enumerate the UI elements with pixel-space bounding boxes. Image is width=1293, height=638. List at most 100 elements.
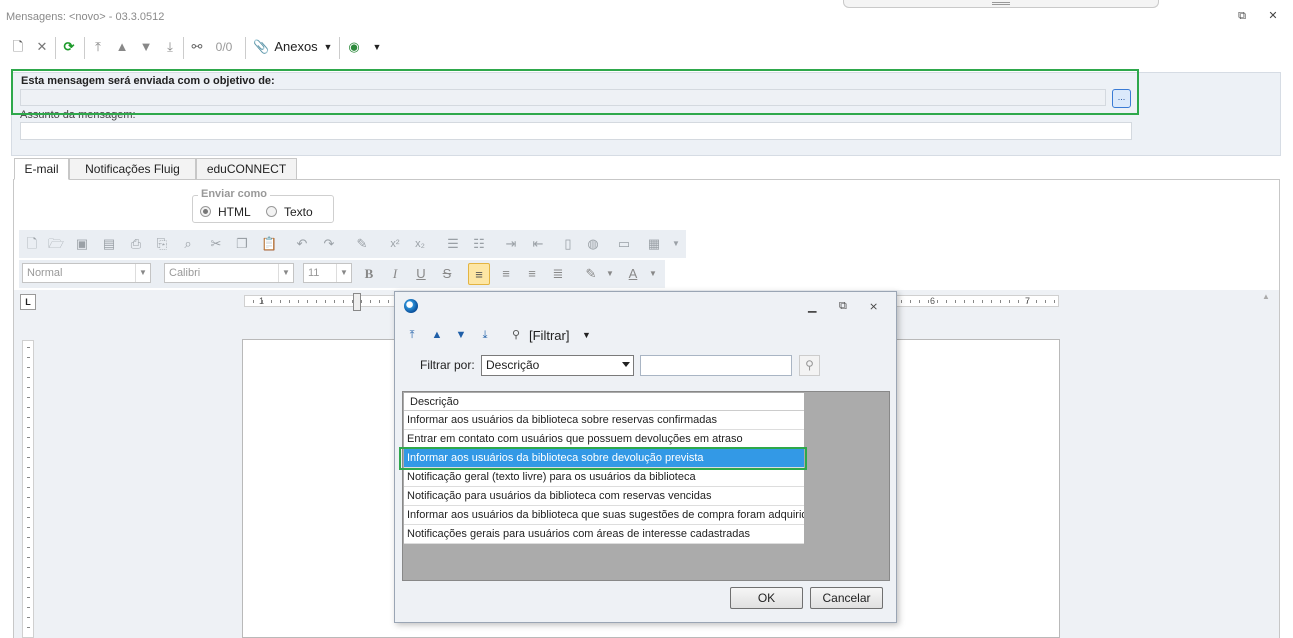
table-icon[interactable]: ▦ xyxy=(646,236,662,252)
paste-icon[interactable]: 📋 xyxy=(261,236,277,252)
filter-dropdown-icon[interactable]: ▼ xyxy=(582,330,591,340)
ruler-tick xyxy=(27,577,30,578)
tab-stop-selector[interactable]: L xyxy=(20,294,36,310)
align-left-button[interactable]: ≡ xyxy=(468,263,490,285)
filter-by-select[interactable]: Descrição xyxy=(481,355,634,376)
globe-dropdown-icon[interactable]: ▼ xyxy=(371,38,383,56)
bullet-list-icon[interactable]: ☷ xyxy=(471,236,487,252)
font-combo[interactable]: Calibri ▼ xyxy=(164,263,294,283)
filter-button[interactable]: [Filtrar] xyxy=(529,328,569,343)
highlight-color-icon[interactable]: ✎ xyxy=(580,263,602,285)
refresh-icon[interactable]: ⟳ xyxy=(61,38,77,56)
redo-icon[interactable]: ↷ xyxy=(321,236,337,252)
cancel-button[interactable]: Cancelar xyxy=(810,587,883,609)
tab-notificacoes-fluig[interactable]: Notificações Fluig xyxy=(69,158,196,180)
cut-icon[interactable]: ✂ xyxy=(208,236,224,252)
ruler-tick xyxy=(316,300,317,303)
print-icon[interactable]: ⎙ xyxy=(128,236,144,252)
close-icon[interactable]: ✕ xyxy=(1266,10,1280,22)
align-center-button[interactable]: ≡ xyxy=(495,263,517,285)
ruler-tick xyxy=(27,457,30,458)
format-painter-icon[interactable]: ✎ xyxy=(354,236,370,252)
grip-handle[interactable] xyxy=(843,0,1159,8)
indent-marker[interactable] xyxy=(353,293,361,311)
scroll-up-icon[interactable]: ▲ xyxy=(1262,292,1270,301)
save-icon[interactable]: ▣ xyxy=(74,236,90,252)
strikethrough-button[interactable]: S xyxy=(436,263,458,285)
align-right-button[interactable]: ≡ xyxy=(521,263,543,285)
list-item[interactable]: Notificações gerais para usuários com ár… xyxy=(404,525,804,544)
binoculars-icon[interactable]: ⚯ xyxy=(189,38,205,56)
column-header-descricao[interactable]: Descrição xyxy=(404,393,804,411)
tab-educonnect[interactable]: eduCONNECT xyxy=(196,158,297,180)
ruler-mark-1: 1 xyxy=(259,296,265,306)
subscript-icon[interactable]: x₂ xyxy=(412,236,428,252)
highlight-dropdown-icon[interactable]: ▼ xyxy=(603,263,617,285)
image-icon[interactable]: ▭ xyxy=(616,236,632,252)
save-all-icon[interactable]: ▤ xyxy=(101,236,117,252)
tab-email[interactable]: E-mail xyxy=(14,158,69,180)
list-item[interactable]: Informar aos usuários da biblioteca que … xyxy=(404,506,804,525)
ruler-tick xyxy=(343,300,344,303)
new-icon[interactable]: 🗋 xyxy=(10,38,26,56)
ok-button[interactable]: OK xyxy=(730,587,803,609)
globe-icon[interactable]: ◉ xyxy=(345,38,363,56)
restore-icon[interactable]: ⧉ xyxy=(839,300,847,313)
open-folder-icon[interactable]: 🗁 xyxy=(48,236,64,252)
filter-icon[interactable]: ⚲ xyxy=(508,327,524,343)
filter-text-input[interactable] xyxy=(640,355,792,376)
ruler-tick xyxy=(964,300,965,303)
style-value: Normal xyxy=(27,267,63,279)
new-doc-icon[interactable]: 🗋 xyxy=(24,236,40,252)
ruler-tick xyxy=(27,467,30,468)
page-break-icon[interactable]: ▯ xyxy=(560,236,576,252)
italic-button[interactable]: I xyxy=(384,263,406,285)
ruler-tick xyxy=(946,300,947,303)
indent-icon[interactable]: ⇥ xyxy=(503,236,519,252)
hyperlink-icon[interactable]: ◍ xyxy=(585,236,601,252)
previous-record-icon[interactable]: ▲ xyxy=(114,38,130,56)
size-combo[interactable]: 11 ▼ xyxy=(303,263,352,283)
justify-button[interactable]: ≣ xyxy=(547,263,569,285)
next-record-icon[interactable]: ▼ xyxy=(453,327,469,343)
restore-icon[interactable]: ⧉ xyxy=(1235,10,1249,22)
list-item[interactable]: Notificação geral (texto livre) para os … xyxy=(404,468,804,487)
delete-icon[interactable]: ✕ xyxy=(34,38,50,56)
attachments-dropdown-icon[interactable]: ▼ xyxy=(322,38,334,56)
table-dropdown-icon[interactable]: ▼ xyxy=(668,236,684,252)
outdent-icon[interactable]: ⇤ xyxy=(530,236,546,252)
list-item[interactable]: Notificação para usuários da biblioteca … xyxy=(404,487,804,506)
html-radio[interactable] xyxy=(200,206,211,217)
last-record-icon[interactable]: ⤓ xyxy=(162,38,178,56)
font-color-dropdown-icon[interactable]: ▼ xyxy=(646,263,660,285)
ruler-tick xyxy=(27,527,30,528)
undo-icon[interactable]: ↶ xyxy=(294,236,310,252)
apply-filter-icon[interactable]: ⚲ xyxy=(799,355,820,376)
minimize-icon[interactable]: ▁ xyxy=(808,300,816,313)
first-record-icon[interactable]: ⤒ xyxy=(404,327,420,343)
bold-button[interactable]: B xyxy=(358,263,380,285)
numbered-list-icon[interactable]: ☰ xyxy=(445,236,461,252)
ruler-tick xyxy=(982,300,983,303)
close-icon[interactable]: ⨯ xyxy=(869,300,878,313)
ruler-tick xyxy=(27,517,30,518)
attachments-button[interactable]: Anexos xyxy=(273,38,319,56)
superscript-icon[interactable]: x² xyxy=(387,236,403,252)
ruler-tick xyxy=(928,300,929,303)
copy-icon[interactable]: ❐ xyxy=(234,236,250,252)
font-color-icon[interactable]: A xyxy=(622,263,644,285)
ruler-tick xyxy=(955,300,956,303)
next-record-icon[interactable]: ▼ xyxy=(138,38,154,56)
ruler-tick xyxy=(27,627,30,628)
previous-record-icon[interactable]: ▲ xyxy=(429,327,445,343)
ruler-tick xyxy=(253,300,254,303)
last-record-icon[interactable]: ⤓ xyxy=(477,327,493,343)
print-preview-icon[interactable]: ⎘ xyxy=(154,236,170,252)
find-icon[interactable]: ⌕ xyxy=(180,236,196,252)
list-item[interactable]: Informar aos usuários da biblioteca sobr… xyxy=(404,411,804,430)
underline-button[interactable]: U xyxy=(410,263,432,285)
first-record-icon[interactable]: ⤒ xyxy=(90,38,106,56)
text-radio[interactable] xyxy=(266,206,277,217)
subject-field[interactable] xyxy=(20,122,1132,140)
style-combo[interactable]: Normal ▼ xyxy=(22,263,151,283)
